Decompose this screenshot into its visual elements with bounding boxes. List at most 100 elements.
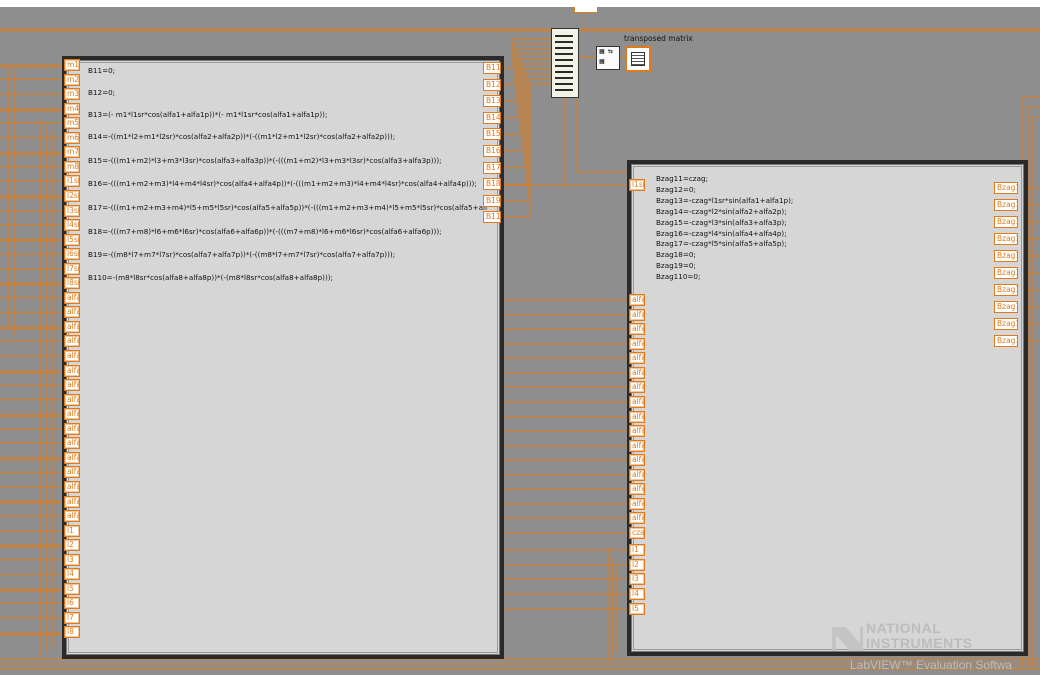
input-terminal-alfa8[interactable]: alfa8 bbox=[629, 512, 645, 524]
output-terminal-B11[interactable]: B11 bbox=[483, 62, 501, 74]
input-terminal-alfa3p[interactable]: alfa3p bbox=[629, 323, 645, 335]
input-terminal-l3sr[interactable]: l3sr bbox=[64, 204, 80, 217]
formula-code-line[interactable]: B14=-((m1*l2+m1*l2sr)*cos(alfa2+alfa2p))… bbox=[88, 133, 395, 140]
build-array-icon[interactable] bbox=[551, 28, 579, 98]
formula-code-line[interactable]: Bzag12=0; bbox=[656, 186, 696, 193]
build-array-input[interactable] bbox=[555, 53, 573, 55]
output-terminal-Bzag14[interactable]: Bzag14 bbox=[994, 233, 1018, 245]
input-terminal-m1[interactable]: m1 bbox=[64, 59, 80, 71]
input-terminal-l4[interactable]: l4 bbox=[629, 588, 645, 600]
build-array-input[interactable] bbox=[555, 83, 573, 85]
output-terminal-Bzag18[interactable]: Bzag18 bbox=[994, 301, 1018, 313]
formula-code-line[interactable]: Bzag14=-czag*l2*sin(alfa2+alfa2p); bbox=[656, 207, 787, 214]
input-terminal-l6sr[interactable]: l6sr bbox=[64, 248, 80, 261]
input-terminal-alfa8p[interactable]: alfa8p bbox=[629, 396, 645, 408]
output-terminal-Bzag110[interactable]: Bzag110 bbox=[994, 335, 1018, 347]
input-terminal-l5sr[interactable]: l5sr bbox=[64, 233, 80, 246]
output-terminal-Bzag17[interactable]: Bzag17 bbox=[994, 284, 1018, 296]
formula-code-line[interactable]: Bzag18=0; bbox=[656, 251, 696, 258]
build-array-input[interactable] bbox=[555, 65, 573, 67]
build-array-input[interactable] bbox=[555, 71, 573, 73]
formula-code-line[interactable]: Bzag15=-czag*l3*sin(alfa3+alfa3p); bbox=[656, 218, 787, 225]
input-terminal-l4sr[interactable]: l4sr bbox=[64, 219, 80, 232]
block-diagram-canvas[interactable]: ▦ ⇆ ▦ transposed matrix NATIONAL INSTRUMEN… bbox=[0, 7, 1040, 675]
formula-code-line[interactable]: B11=0; bbox=[88, 67, 115, 74]
input-terminal-l7sr[interactable]: l7sr bbox=[64, 262, 80, 275]
formula-node-b1-body[interactable] bbox=[68, 62, 498, 653]
input-terminal-alfa7[interactable]: alfa7 bbox=[629, 498, 645, 510]
input-terminal-m5[interactable]: m5 bbox=[64, 117, 80, 130]
input-terminal-l5[interactable]: l5 bbox=[64, 582, 80, 595]
output-terminal-Bzag19[interactable]: Bzag19 bbox=[994, 318, 1018, 330]
input-terminal-alfa6p[interactable]: alfa6p bbox=[64, 364, 80, 377]
input-terminal-m3[interactable]: m3 bbox=[64, 88, 80, 101]
array-constant-icon[interactable] bbox=[574, 7, 598, 13]
input-terminal-alfa7[interactable]: alfa7 bbox=[64, 495, 80, 508]
output-terminal-B14[interactable]: B14 bbox=[483, 111, 501, 124]
input-terminal-m4[interactable]: m4 bbox=[64, 102, 80, 115]
input-terminal-alfa2p[interactable]: alfa2p bbox=[64, 306, 80, 319]
build-array-input[interactable] bbox=[555, 59, 573, 61]
formula-code-line[interactable]: Bzag16=-czag*l4*sin(alfa4+alfa4p); bbox=[656, 229, 787, 236]
formula-code-line[interactable]: Bzag17=-czag*l5*sin(alfa5+alfa5p); bbox=[656, 240, 787, 247]
input-terminal-alfa6p[interactable]: alfa6p bbox=[629, 367, 645, 379]
input-terminal-czag[interactable]: czag bbox=[629, 527, 645, 539]
output-terminal-B12[interactable]: B12 bbox=[483, 78, 501, 91]
input-terminal-alfa7p[interactable]: alfa7p bbox=[64, 379, 80, 392]
input-terminal-alfa3[interactable]: alfa3 bbox=[629, 440, 645, 452]
input-terminal-alfa3p[interactable]: alfa3p bbox=[64, 320, 80, 333]
input-terminal-alfa3[interactable]: alfa3 bbox=[64, 437, 80, 450]
formula-code-line[interactable]: B15=-(((m1+m2)*l3+m3*l3sr)*cos(alfa3+alf… bbox=[88, 157, 442, 164]
input-terminal-alfa1p[interactable]: alfa1p bbox=[64, 291, 80, 304]
output-terminal-Bzag13[interactable]: Bzag13 bbox=[994, 216, 1018, 228]
input-terminal-alfa6[interactable]: alfa6 bbox=[629, 483, 645, 495]
formula-code-line[interactable]: B18=-(((m7+m8)*l6+m6*l6sr)*cos(alfa6+alf… bbox=[88, 228, 442, 235]
formula-code-line[interactable]: Bzag11=czag; bbox=[656, 175, 708, 182]
input-terminal-l5[interactable]: l5 bbox=[629, 603, 645, 615]
formula-code-line[interactable]: B110=-(m8*l8sr*cos(alfa8+alfa8p))*(-(m8*… bbox=[88, 274, 333, 281]
output-terminal-B110[interactable]: B110 bbox=[483, 211, 501, 224]
output-terminal-B17[interactable]: B17 bbox=[483, 161, 501, 174]
build-array-input[interactable] bbox=[555, 47, 573, 49]
output-terminal-B15[interactable]: B15 bbox=[483, 128, 501, 141]
input-terminal-m2[interactable]: m2 bbox=[64, 73, 80, 86]
input-terminal-m7[interactable]: m7 bbox=[64, 146, 80, 159]
input-terminal-alfa1p[interactable]: alfa1p bbox=[629, 294, 645, 306]
input-terminal-alfa8p[interactable]: alfa8p bbox=[64, 393, 80, 406]
formula-code-line[interactable]: Bzag13=-czag*l1sr*sin(alfa1+alfa1p); bbox=[656, 197, 793, 204]
formula-code-line[interactable]: B16=-(((m1+m2+m3)*l4+m4*l4sr)*cos(alfa4+… bbox=[88, 180, 477, 187]
input-terminal-alfa8[interactable]: alfa8 bbox=[64, 510, 80, 523]
formula-code-line[interactable]: B13=(- m1*l1sr*cos(alfa1+alfa1p))*(- m1*… bbox=[88, 111, 327, 118]
build-array-input[interactable] bbox=[555, 89, 573, 91]
output-terminal-B16[interactable]: B16 bbox=[483, 145, 501, 157]
input-terminal-alfa4p[interactable]: alfa4p bbox=[64, 335, 80, 348]
input-terminal-alfa2[interactable]: alfa2 bbox=[64, 422, 80, 435]
input-terminal-l8[interactable]: l8 bbox=[64, 626, 80, 639]
input-terminal-alfa2p[interactable]: alfa2p bbox=[629, 309, 645, 321]
input-terminal-l2sr[interactable]: l2sr bbox=[64, 189, 80, 202]
build-array-input[interactable] bbox=[555, 77, 573, 79]
input-terminal-alfa5[interactable]: alfa5 bbox=[64, 466, 80, 479]
input-terminal-alfa4[interactable]: alfa4 bbox=[64, 451, 80, 464]
input-terminal-alfa5[interactable]: alfa5 bbox=[629, 469, 645, 481]
output-terminal-Bzag11[interactable]: Bzag11 bbox=[994, 182, 1018, 194]
output-terminal-B13[interactable]: B13 bbox=[483, 95, 501, 108]
build-array-input[interactable] bbox=[555, 35, 573, 37]
output-terminal-B18[interactable]: B18 bbox=[483, 178, 501, 191]
input-terminal-alfa6[interactable]: alfa6 bbox=[64, 480, 80, 493]
formula-code-line[interactable]: Bzag110=0; bbox=[656, 273, 700, 280]
input-terminal-alfa1[interactable]: alfa1 bbox=[64, 408, 80, 421]
input-terminal-l1[interactable]: l1 bbox=[629, 544, 645, 556]
input-terminal-alfa4p[interactable]: alfa4p bbox=[629, 338, 645, 350]
input-terminal-l7[interactable]: l7 bbox=[64, 611, 80, 624]
build-array-input[interactable] bbox=[555, 41, 573, 43]
input-terminal-alfa7p[interactable]: alfa7p bbox=[629, 381, 645, 393]
input-terminal-l8sr[interactable]: l8sr bbox=[64, 277, 80, 290]
output-terminal-Bzag12[interactable]: Bzag12 bbox=[994, 199, 1018, 211]
output-terminal-Bzag16[interactable]: Bzag16 bbox=[994, 267, 1018, 279]
input-terminal-alfa5p[interactable]: alfa5p bbox=[64, 350, 80, 362]
formula-code-line[interactable]: B17=-(((m1+m2+m3+m4)*l5+m5*l5sr)*cos(alf… bbox=[88, 204, 488, 211]
input-terminal-alfa5p[interactable]: alfa5p bbox=[629, 352, 645, 364]
input-terminal-l4[interactable]: l4 bbox=[64, 568, 80, 581]
output-terminal-Bzag15[interactable]: Bzag15 bbox=[994, 250, 1018, 262]
